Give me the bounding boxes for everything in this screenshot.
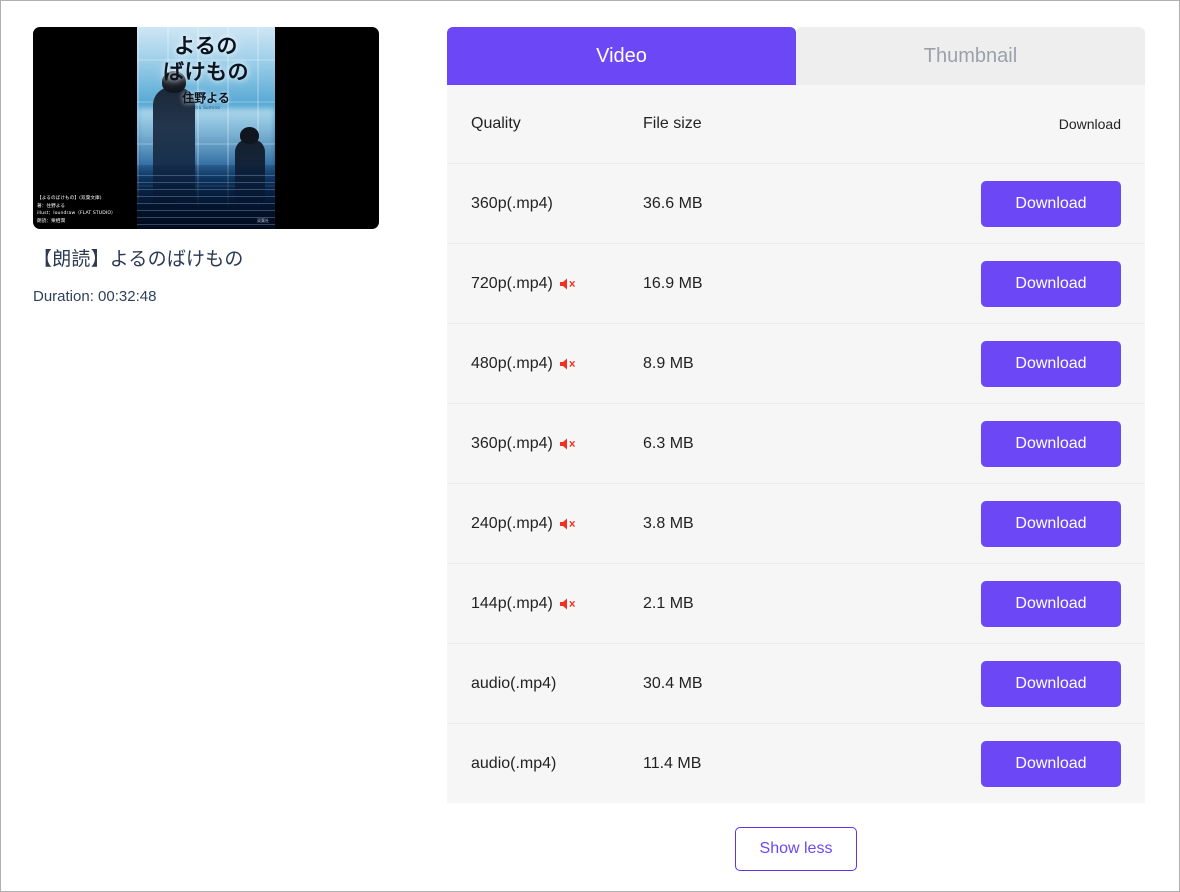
cell-file-size: 3.8 MB xyxy=(643,515,951,533)
page-root: よるの ばけもの 住野よる Yoru Sumino 双葉社 【よるのばけもの】(… xyxy=(1,1,1179,891)
credits-line-4: 朗読：栗栖潤 xyxy=(37,218,66,224)
thumbnail-credits: 【よるのばけもの】(双葉文庫) 著：住野よる illust：loundraw（F… xyxy=(37,195,116,225)
cell-quality: audio(.mp4) xyxy=(471,675,643,693)
download-button[interactable]: Download xyxy=(981,660,1121,707)
file-size-label: 3.8 MB xyxy=(643,514,694,532)
table-row: 240p(.mp4) 3.8 MB Download xyxy=(447,483,1145,563)
header-file-size-label: File size xyxy=(643,115,702,132)
credits-line-3: illust：loundraw（FLAT STUDIO） xyxy=(37,211,116,217)
download-button[interactable]: Download xyxy=(981,580,1121,627)
quality-label: 720p(.mp4) xyxy=(471,274,553,292)
muted-speaker-icon xyxy=(559,597,577,611)
table-body: 360p(.mp4) 36.6 MB Download 720p(.mp4) 16.9 … xyxy=(447,163,1145,803)
cell-quality: 480p(.mp4) xyxy=(471,355,643,373)
header-cell-quality: Quality xyxy=(471,115,643,133)
downloads-panel: Video Thumbnail Quality File size Downlo… xyxy=(447,27,1145,891)
cell-file-size: 30.4 MB xyxy=(643,675,951,693)
muted-speaker-icon xyxy=(559,277,577,291)
cell-file-size: 16.9 MB xyxy=(643,275,951,293)
cell-download: Download xyxy=(951,260,1121,307)
video-title: 【朗読】よるのばけもの xyxy=(33,248,244,270)
cell-quality: 240p(.mp4) xyxy=(471,515,643,533)
table-row: 720p(.mp4) 16.9 MB Download xyxy=(447,243,1145,323)
cell-quality: 720p(.mp4) xyxy=(471,275,643,293)
quality-label: 360p(.mp4) xyxy=(471,194,553,212)
cell-quality: 144p(.mp4) xyxy=(471,595,643,613)
cell-download: Download xyxy=(951,180,1121,227)
table-row: 360p(.mp4) 6.3 MB Download xyxy=(447,403,1145,483)
cell-quality: 360p(.mp4) xyxy=(471,435,643,453)
file-size-label: 36.6 MB xyxy=(643,194,703,212)
cover-author: 住野よる xyxy=(182,91,230,105)
header-quality-label: Quality xyxy=(471,115,521,132)
cell-download: Download xyxy=(951,660,1121,707)
cover-ripple xyxy=(137,173,275,225)
table-row: 360p(.mp4) 36.6 MB Download xyxy=(447,163,1145,243)
download-button[interactable]: Download xyxy=(981,340,1121,387)
table-row: audio(.mp4) 11.4 MB Download xyxy=(447,723,1145,803)
quality-label: 144p(.mp4) xyxy=(471,594,553,612)
cover-title: よるの ばけもの xyxy=(137,34,275,85)
credits-line-1: 【よるのばけもの】(双葉文庫) xyxy=(37,196,102,202)
media-info-panel: よるの ばけもの 住野よる Yoru Sumino 双葉社 【よるのばけもの】(… xyxy=(33,27,381,891)
credits-line-2: 著：住野よる xyxy=(37,203,66,209)
cell-file-size: 11.4 MB xyxy=(643,755,951,773)
tab-bar: Video Thumbnail xyxy=(447,27,1145,85)
muted-speaker-icon xyxy=(559,357,577,371)
table-row: 480p(.mp4) 8.9 MB Download xyxy=(447,323,1145,403)
header-download-label: Download xyxy=(1058,116,1121,132)
cell-download: Download xyxy=(951,420,1121,467)
file-size-label: 8.9 MB xyxy=(643,354,694,372)
footer-actions: Show less xyxy=(447,803,1145,871)
video-duration: Duration: 00:32:48 xyxy=(33,287,157,305)
cell-file-size: 36.6 MB xyxy=(643,195,951,213)
cell-download: Download xyxy=(951,500,1121,547)
table-row: 144p(.mp4) 2.1 MB Download xyxy=(447,563,1145,643)
quality-label: audio(.mp4) xyxy=(471,674,557,692)
header-cell-download: Download xyxy=(951,116,1121,132)
cover-author-romaji: Yoru Sumino xyxy=(191,105,221,110)
cover-title-line2: ばけもの xyxy=(163,59,249,84)
cell-download: Download xyxy=(951,580,1121,627)
file-size-label: 11.4 MB xyxy=(643,754,702,772)
quality-label: 240p(.mp4) xyxy=(471,514,553,532)
file-size-label: 30.4 MB xyxy=(643,674,703,692)
show-less-button[interactable]: Show less xyxy=(735,827,857,871)
cover-title-line1: よるの xyxy=(174,34,238,58)
table-header-row: Quality File size Download xyxy=(447,85,1145,163)
file-size-label: 16.9 MB xyxy=(643,274,703,292)
tab-thumbnail[interactable]: Thumbnail xyxy=(796,27,1145,85)
file-size-label: 2.1 MB xyxy=(643,594,694,612)
download-button[interactable]: Download xyxy=(981,740,1121,787)
file-size-label: 6.3 MB xyxy=(643,434,694,452)
downloads-table: Quality File size Download 360p(.mp4) 36.… xyxy=(447,85,1145,803)
cell-file-size: 2.1 MB xyxy=(643,595,951,613)
cover-publisher: 双葉社 xyxy=(257,218,269,223)
cell-download: Download xyxy=(951,740,1121,787)
download-button[interactable]: Download xyxy=(981,500,1121,547)
video-thumbnail: よるの ばけもの 住野よる Yoru Sumino 双葉社 【よるのばけもの】(… xyxy=(33,27,379,229)
book-cover-image: よるの ばけもの 住野よる Yoru Sumino 双葉社 xyxy=(137,27,275,229)
quality-label: audio(.mp4) xyxy=(471,754,557,772)
cell-file-size: 6.3 MB xyxy=(643,435,951,453)
table-row: audio(.mp4) 30.4 MB Download xyxy=(447,643,1145,723)
cell-quality: audio(.mp4) xyxy=(471,755,643,773)
cell-download: Download xyxy=(951,340,1121,387)
download-button[interactable]: Download xyxy=(981,180,1121,227)
download-button[interactable]: Download xyxy=(981,260,1121,307)
quality-label: 360p(.mp4) xyxy=(471,434,553,452)
cell-file-size: 8.9 MB xyxy=(643,355,951,373)
cell-quality: 360p(.mp4) xyxy=(471,195,643,213)
tab-video[interactable]: Video xyxy=(447,27,796,85)
header-cell-file-size: File size xyxy=(643,115,951,133)
muted-speaker-icon xyxy=(559,517,577,531)
muted-speaker-icon xyxy=(559,437,577,451)
download-button[interactable]: Download xyxy=(981,420,1121,467)
quality-label: 480p(.mp4) xyxy=(471,354,553,372)
